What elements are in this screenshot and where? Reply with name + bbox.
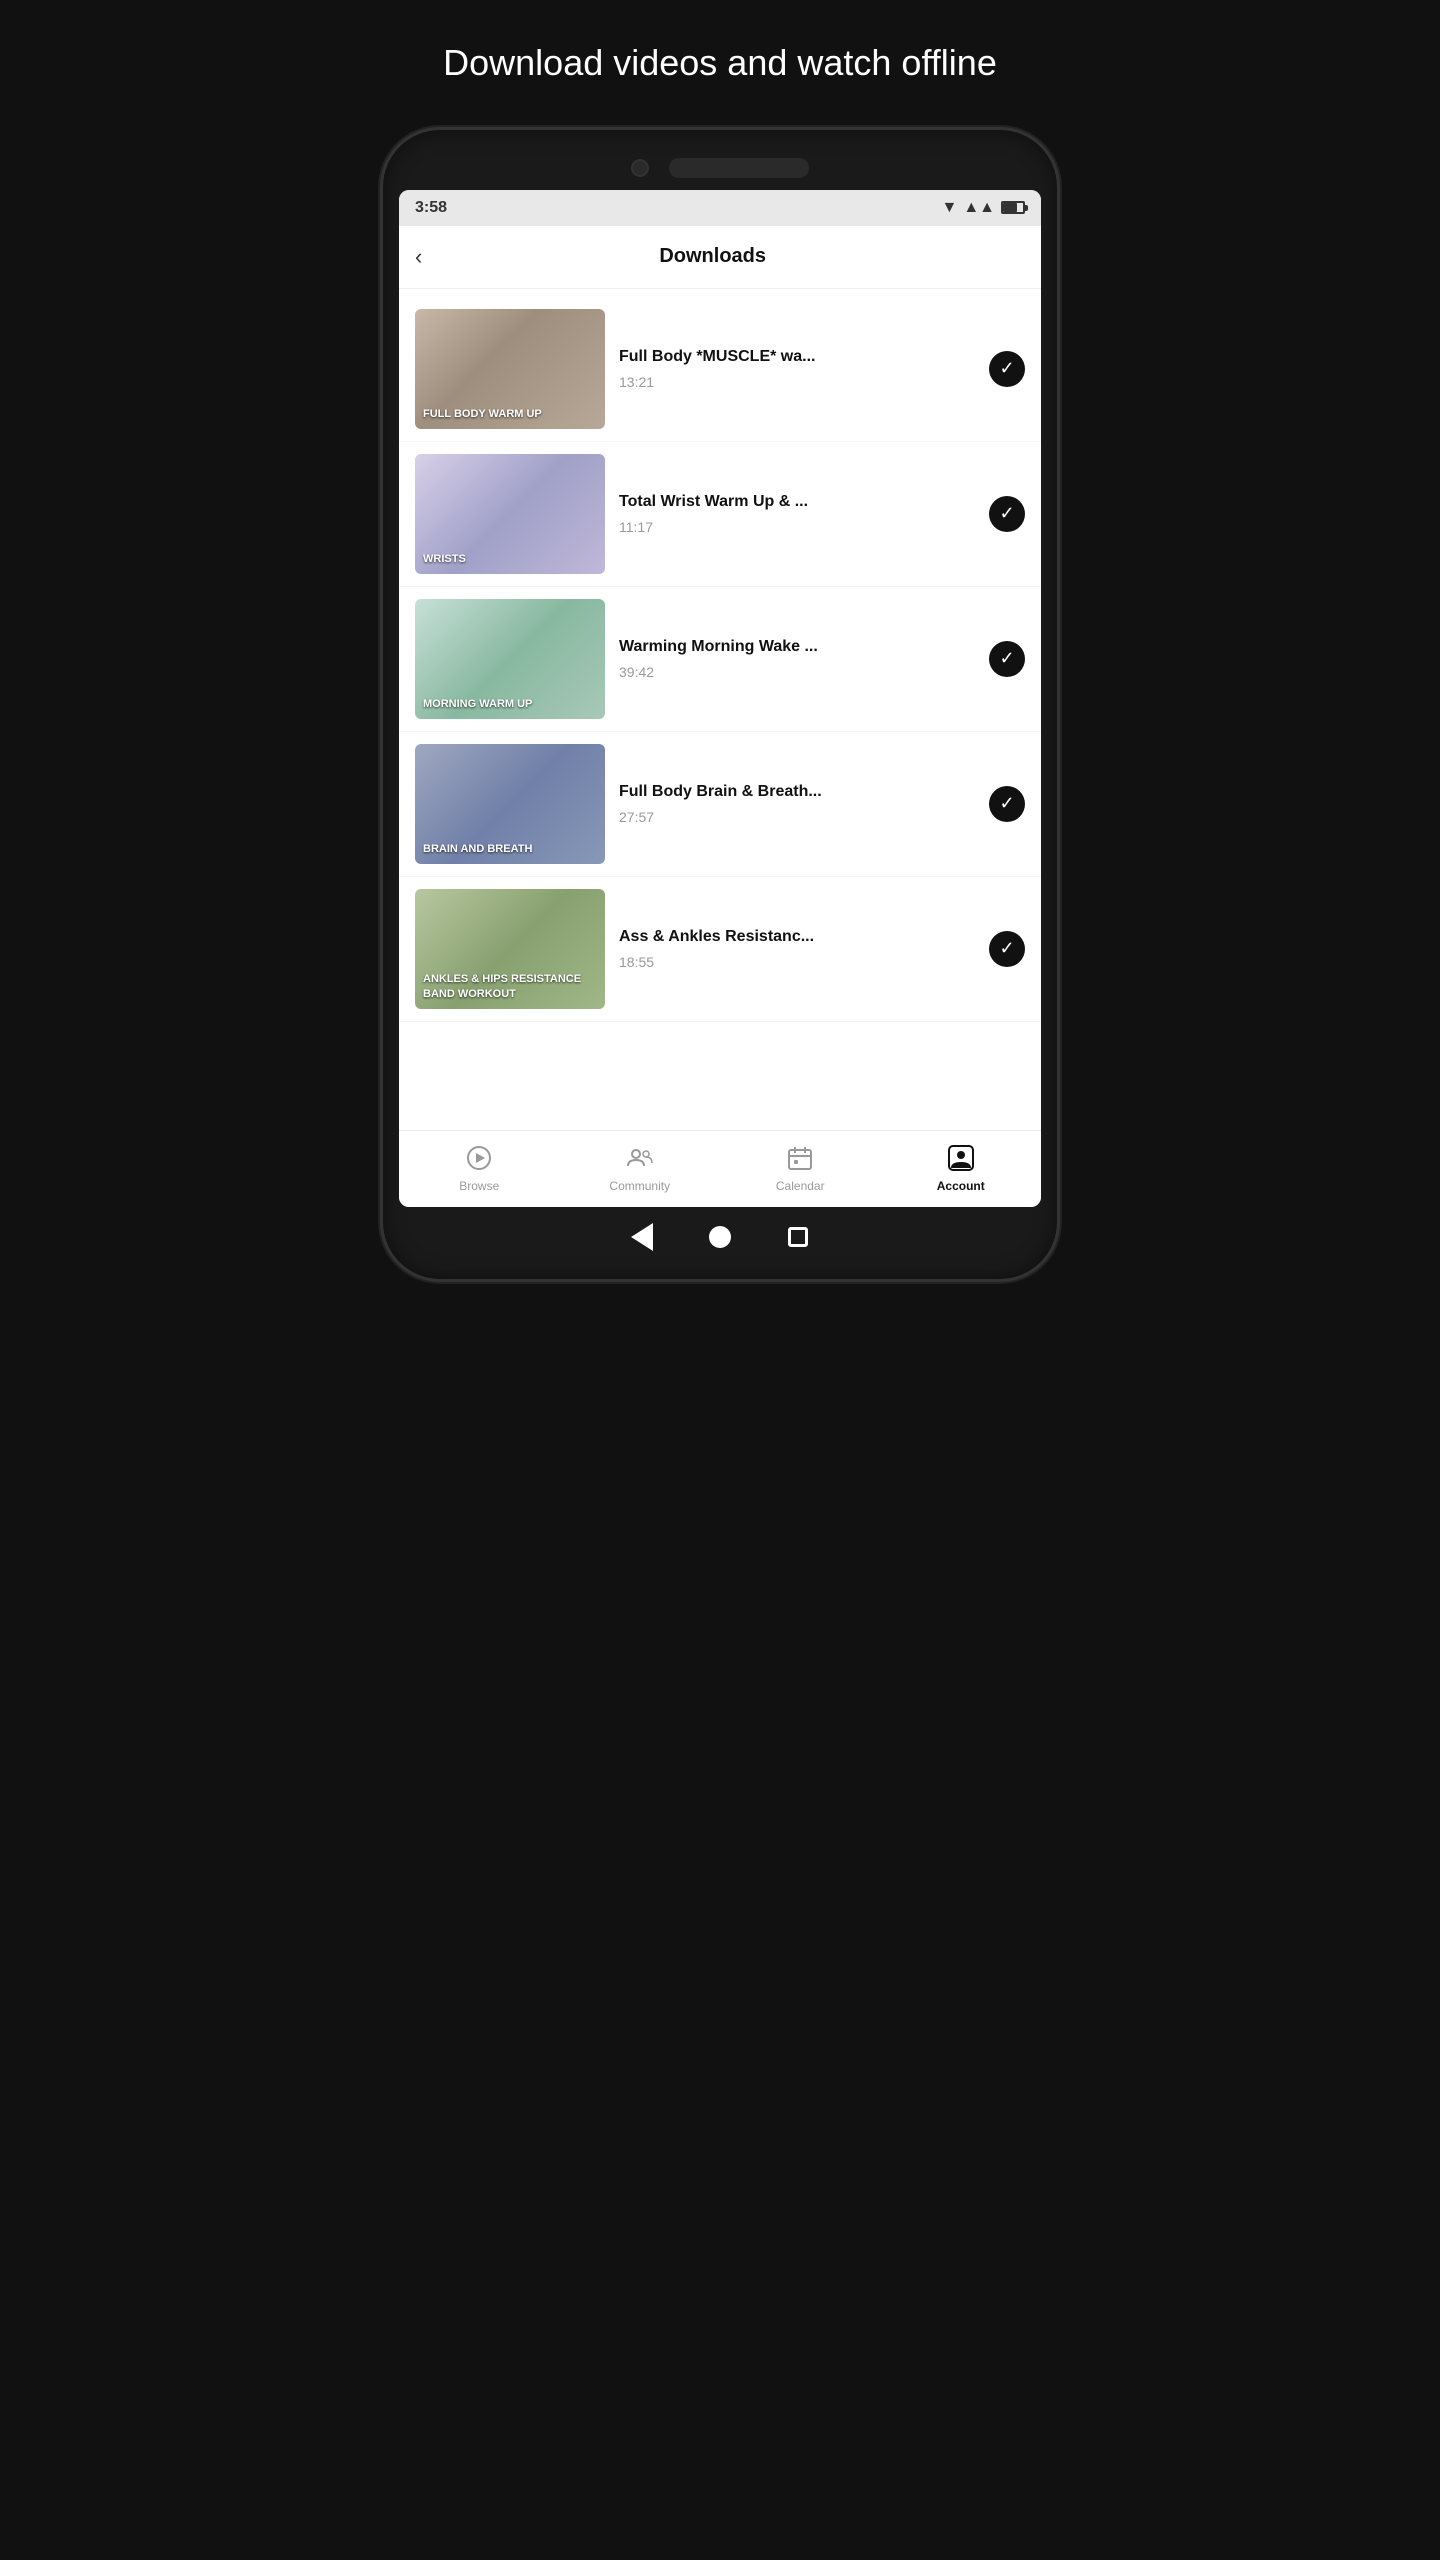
video-title: Total Wrist Warm Up & ... (619, 492, 975, 513)
thumb-label: FULL BODY WARM UP (423, 407, 542, 421)
phone-screen: 3:58 ▼ ▲▲ ‹ Downloads FULL BODY WARM UP … (399, 190, 1041, 1207)
video-duration: 18:55 (619, 954, 975, 970)
wifi-icon: ▼ (941, 199, 957, 217)
thumb-label: MORNING WARM UP (423, 697, 532, 711)
nav-label-community: Community (609, 1179, 670, 1193)
video-info: Ass & Ankles Resistanc... 18:55 (605, 927, 989, 970)
nav-item-account[interactable]: Account (881, 1141, 1042, 1193)
video-list-item[interactable]: BRAIN AND BREATH Full Body Brain & Breat… (399, 732, 1041, 877)
video-title: Ass & Ankles Resistanc... (619, 927, 975, 948)
checkmark-icon: ✓ (999, 648, 1014, 669)
video-list-item[interactable]: MORNING WARM UP Warming Morning Wake ...… (399, 587, 1041, 732)
video-title: Full Body Brain & Breath... (619, 782, 975, 803)
thumb-label: WRISTS (423, 552, 466, 566)
video-duration: 27:57 (619, 809, 975, 825)
community-icon (623, 1141, 657, 1175)
status-bar: 3:58 ▼ ▲▲ (399, 190, 1041, 226)
video-info: Total Wrist Warm Up & ... 11:17 (605, 492, 989, 535)
video-info: Full Body Brain & Breath... 27:57 (605, 782, 989, 825)
video-thumbnail: BRAIN AND BREATH (415, 744, 605, 864)
status-icons: ▼ ▲▲ (941, 199, 1025, 217)
hero-title: Download videos and watch offline (383, 40, 1057, 87)
phone-speaker (669, 158, 809, 178)
download-check-icon[interactable]: ✓ (989, 496, 1025, 532)
video-thumbnail: ANKLES & HIPS RESISTANCE BAND WORKOUT (415, 889, 605, 1009)
video-thumbnail: WRISTS (415, 454, 605, 574)
calendar-icon (783, 1141, 817, 1175)
video-duration: 13:21 (619, 374, 975, 390)
checkmark-icon: ✓ (999, 938, 1014, 959)
download-check-icon[interactable]: ✓ (989, 931, 1025, 967)
content-spacer (399, 1030, 1041, 1130)
account-icon (944, 1141, 978, 1175)
nav-label-account: Account (937, 1179, 985, 1193)
battery-icon (1001, 201, 1025, 214)
thumb-label: BRAIN AND BREATH (423, 842, 532, 856)
bottom-nav: Browse Community Calendar Account (399, 1130, 1041, 1207)
nav-label-calendar: Calendar (776, 1179, 825, 1193)
nav-item-community[interactable]: Community (560, 1141, 721, 1193)
video-list-item[interactable]: ANKLES & HIPS RESISTANCE BAND WORKOUT As… (399, 877, 1041, 1022)
system-home-button[interactable] (706, 1223, 734, 1251)
nav-item-calendar[interactable]: Calendar (720, 1141, 881, 1193)
phone-top-bar (399, 158, 1041, 178)
thumb-label: ANKLES & HIPS RESISTANCE BAND WORKOUT (423, 972, 597, 1001)
phone-camera (631, 159, 649, 177)
video-list-item[interactable]: WRISTS Total Wrist Warm Up & ... 11:17 ✓ (399, 442, 1041, 587)
download-check-icon[interactable]: ✓ (989, 641, 1025, 677)
checkmark-icon: ✓ (999, 358, 1014, 379)
system-back-button[interactable] (628, 1223, 656, 1251)
video-list: FULL BODY WARM UP Full Body *MUSCLE* wa.… (399, 289, 1041, 1030)
video-thumbnail: MORNING WARM UP (415, 599, 605, 719)
back-button[interactable]: ‹ (415, 240, 430, 274)
video-duration: 11:17 (619, 519, 975, 535)
phone-nav-buttons (399, 1223, 1041, 1251)
video-thumbnail: FULL BODY WARM UP (415, 309, 605, 429)
video-info: Full Body *MUSCLE* wa... 13:21 (605, 347, 989, 390)
video-list-item[interactable]: FULL BODY WARM UP Full Body *MUSCLE* wa.… (399, 297, 1041, 442)
screen-title: Downloads (430, 245, 995, 268)
system-recents-button[interactable] (784, 1223, 812, 1251)
browse-icon (462, 1141, 496, 1175)
video-title: Warming Morning Wake ... (619, 637, 975, 658)
checkmark-icon: ✓ (999, 503, 1014, 524)
signal-icon: ▲▲ (963, 199, 995, 217)
phone-device: 3:58 ▼ ▲▲ ‹ Downloads FULL BODY WARM UP … (380, 127, 1060, 1282)
status-time: 3:58 (415, 199, 447, 217)
nav-item-browse[interactable]: Browse (399, 1141, 560, 1193)
video-info: Warming Morning Wake ... 39:42 (605, 637, 989, 680)
download-check-icon[interactable]: ✓ (989, 351, 1025, 387)
checkmark-icon: ✓ (999, 793, 1014, 814)
nav-label-browse: Browse (459, 1179, 499, 1193)
app-header: ‹ Downloads (399, 226, 1041, 289)
video-duration: 39:42 (619, 664, 975, 680)
video-title: Full Body *MUSCLE* wa... (619, 347, 975, 368)
download-check-icon[interactable]: ✓ (989, 786, 1025, 822)
